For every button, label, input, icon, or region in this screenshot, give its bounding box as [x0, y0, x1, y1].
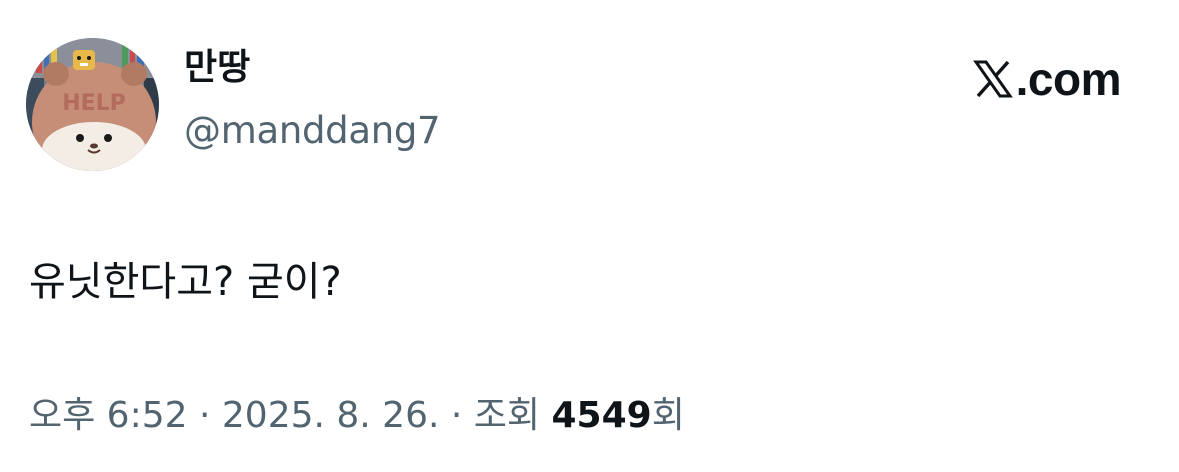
x-brand: .com — [972, 53, 1122, 105]
tweet-time[interactable]: 오후 6:52 — [29, 395, 188, 436]
username-handle[interactable]: @manddang7 — [184, 112, 441, 149]
tweet-date[interactable]: 2025. 8. 26. — [222, 395, 440, 436]
brand-domain: .com — [1015, 53, 1122, 105]
meta-separator: · — [198, 395, 211, 436]
tweet-metadata: 오후 6:52 · 2025. 8. 26. · 조회 4549회 — [29, 394, 685, 437]
views-suffix: 회 — [651, 395, 685, 436]
tweet-text: 유닛한다고? 굳이? — [29, 259, 342, 305]
views-count: 4549 — [551, 395, 652, 436]
avatar-image: HELP — [26, 38, 159, 171]
meta-separator: · — [450, 395, 463, 436]
views-label: 조회 — [473, 395, 541, 436]
avatar-help-text: HELP — [62, 91, 126, 116]
display-name[interactable]: 만땅 — [184, 50, 250, 86]
avatar[interactable]: HELP — [26, 38, 159, 171]
x-logo-icon — [972, 60, 1013, 98]
